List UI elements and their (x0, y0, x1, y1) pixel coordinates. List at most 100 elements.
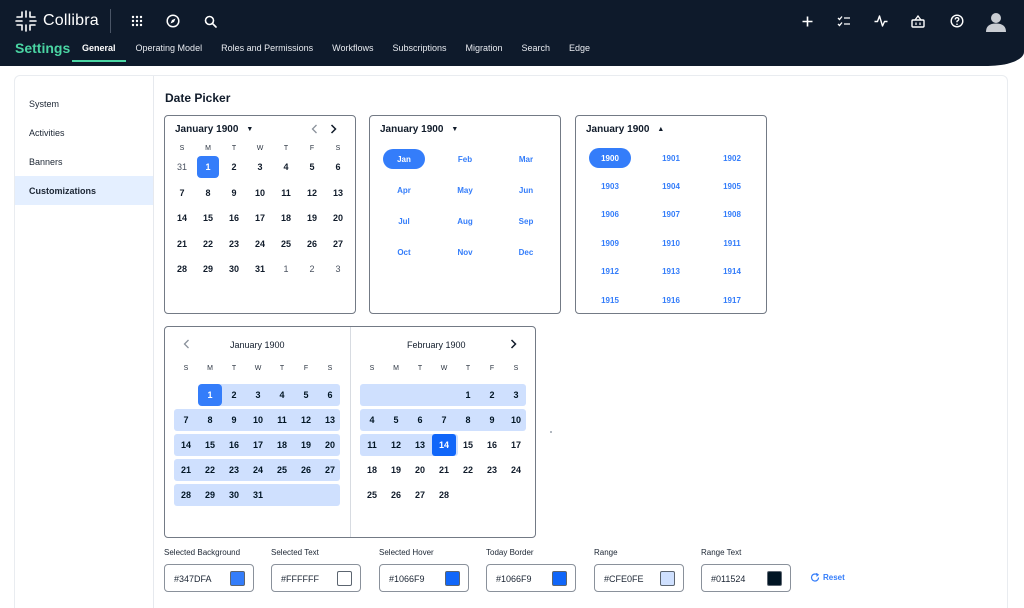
tab-operating-model[interactable]: Operating Model (136, 43, 203, 59)
year-1914[interactable]: 1914 (711, 262, 753, 282)
prev-month-icon[interactable] (307, 122, 321, 136)
day-cell[interactable]: 9 (223, 182, 245, 204)
range-day[interactable]: 9 (480, 409, 504, 431)
color-input[interactable]: #1066F9 (486, 564, 576, 592)
range-day[interactable]: 19 (384, 459, 408, 481)
year-1917[interactable]: 1917 (711, 290, 753, 310)
range-day[interactable]: 17 (504, 434, 528, 456)
range-day[interactable]: 16 (480, 434, 504, 456)
sidebar-item-customizations[interactable]: Customizations (15, 176, 153, 205)
range-day[interactable]: 25 (360, 484, 384, 506)
color-input[interactable]: #CFE0FE (594, 564, 684, 592)
color-swatch[interactable] (230, 571, 245, 586)
range-day[interactable]: 27 (318, 459, 342, 481)
day-cell[interactable]: 29 (197, 258, 219, 280)
year-1903[interactable]: 1903 (589, 176, 631, 196)
range-day[interactable]: 8 (456, 409, 480, 431)
range-day[interactable]: 13 (408, 434, 432, 456)
tab-edge[interactable]: Edge (569, 43, 590, 59)
year-1916[interactable]: 1916 (650, 290, 692, 310)
day-cell[interactable]: 12 (301, 182, 323, 204)
checklist-icon[interactable] (833, 10, 855, 32)
range-day[interactable]: 7 (174, 409, 198, 431)
day-cell[interactable]: 31 (171, 156, 193, 178)
range-day[interactable]: 28 (432, 484, 456, 506)
day-cell-selected[interactable]: 1 (197, 156, 219, 178)
help-icon[interactable] (946, 10, 968, 32)
day-cell[interactable]: 17 (249, 207, 271, 229)
day-cell[interactable]: 2 (301, 258, 323, 280)
range-day[interactable]: 25 (270, 459, 294, 481)
range-day[interactable]: 15 (198, 434, 222, 456)
search-icon[interactable] (199, 10, 221, 32)
range-day[interactable]: 29 (198, 484, 222, 506)
year-1902[interactable]: 1902 (711, 148, 753, 168)
range-day[interactable]: 23 (480, 459, 504, 481)
year-1904[interactable]: 1904 (650, 176, 692, 196)
range-day[interactable]: 27 (408, 484, 432, 506)
year-picker-header[interactable]: January 1900 ▲ (586, 124, 664, 135)
day-cell[interactable]: 13 (327, 182, 349, 204)
tab-general[interactable]: General (72, 43, 125, 62)
range-day[interactable]: 23 (222, 459, 246, 481)
color-swatch[interactable] (337, 571, 352, 586)
year-1908[interactable]: 1908 (711, 205, 753, 225)
collibra-logo[interactable]: Collibra (15, 10, 99, 32)
day-cell[interactable]: 25 (275, 233, 297, 255)
day-cell[interactable]: 24 (249, 233, 271, 255)
range-day[interactable]: 7 (432, 409, 456, 431)
range-day[interactable]: 12 (384, 434, 408, 456)
day-picker-header[interactable]: January 1900 ▼ (175, 124, 253, 135)
year-1905[interactable]: 1905 (711, 176, 753, 196)
day-cell[interactable]: 16 (223, 207, 245, 229)
year-1913[interactable]: 1913 (650, 262, 692, 282)
day-cell[interactable]: 5 (301, 156, 323, 178)
day-cell[interactable]: 10 (249, 182, 271, 204)
range-day[interactable]: 3 (246, 384, 270, 406)
month-aug[interactable]: Aug (444, 211, 486, 231)
day-cell[interactable]: 18 (275, 207, 297, 229)
color-swatch[interactable] (552, 571, 567, 586)
color-swatch[interactable] (767, 571, 782, 586)
day-cell[interactable]: 14 (171, 207, 193, 229)
range-day[interactable]: 13 (318, 409, 342, 431)
day-cell[interactable]: 30 (223, 258, 245, 280)
month-jul[interactable]: Jul (383, 211, 425, 231)
day-cell[interactable]: 2 (223, 156, 245, 178)
color-swatch[interactable] (445, 571, 460, 586)
month-sep[interactable]: Sep (505, 211, 547, 231)
sidebar-item-banners[interactable]: Banners (15, 147, 153, 176)
month-mar[interactable]: Mar (505, 149, 547, 169)
range-day[interactable]: 22 (456, 459, 480, 481)
color-input[interactable]: #011524 (701, 564, 791, 592)
range-day[interactable]: 5 (294, 384, 318, 406)
month-jan[interactable]: Jan (383, 149, 425, 169)
range-day[interactable]: 12 (294, 409, 318, 431)
range-day[interactable]: 21 (432, 459, 456, 481)
range-day[interactable]: 9 (222, 409, 246, 431)
range-day[interactable]: 16 (222, 434, 246, 456)
range-day[interactable]: 2 (480, 384, 504, 406)
day-cell[interactable]: 1 (275, 258, 297, 280)
range-day[interactable]: 3 (504, 384, 528, 406)
day-cell[interactable]: 22 (197, 233, 219, 255)
sidebar-item-activities[interactable]: Activities (15, 118, 153, 147)
basket-icon[interactable] (907, 10, 929, 32)
range-start-day[interactable]: 1 (198, 384, 222, 406)
month-may[interactable]: May (444, 180, 486, 200)
range-day[interactable]: 5 (384, 409, 408, 431)
month-oct[interactable]: Oct (383, 242, 425, 262)
year-1900[interactable]: 1900 (589, 148, 631, 168)
range-day[interactable]: 1 (456, 384, 480, 406)
range-day[interactable]: 18 (270, 434, 294, 456)
tab-migration[interactable]: Migration (466, 43, 503, 59)
day-cell[interactable]: 31 (249, 258, 271, 280)
day-cell[interactable]: 8 (197, 182, 219, 204)
apps-grid-icon[interactable] (126, 10, 148, 32)
year-1915[interactable]: 1915 (589, 290, 631, 310)
color-input[interactable]: #FFFFFF (271, 564, 361, 592)
range-day[interactable]: 24 (246, 459, 270, 481)
reset-button[interactable]: Reset (810, 573, 845, 582)
month-apr[interactable]: Apr (383, 180, 425, 200)
range-day[interactable]: 14 (174, 434, 198, 456)
